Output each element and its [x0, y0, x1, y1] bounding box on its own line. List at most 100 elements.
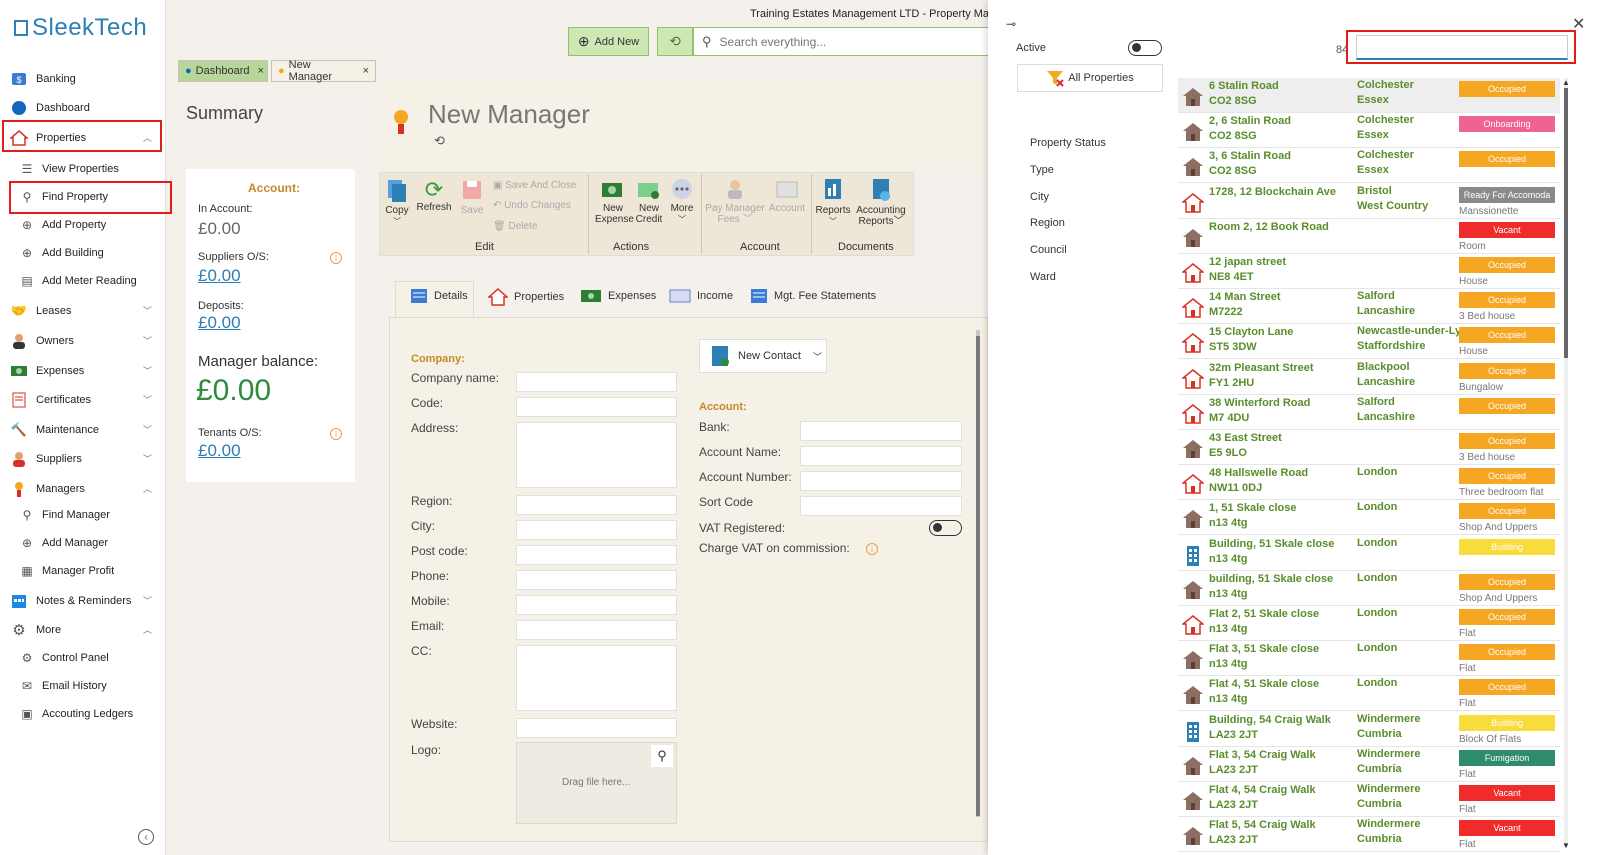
- history-icon[interactable]: ⟲: [657, 27, 693, 56]
- account-button[interactable]: Account: [768, 178, 806, 214]
- new-credit-button[interactable]: New Credit: [633, 178, 665, 225]
- logo-drop-zone[interactable]: ⚲ Drag file here...: [516, 742, 677, 824]
- property-row[interactable]: building, 51 Skale close n13 4tg London Occ…: [1178, 571, 1560, 606]
- filter-region[interactable]: Region: [1030, 217, 1065, 229]
- sidebar-item-control-panel[interactable]: ⚙ Control Panel: [20, 645, 160, 671]
- close-icon[interactable]: ×: [363, 65, 369, 77]
- property-row[interactable]: 12 japan street NE8 4ET Occupied House: [1178, 254, 1560, 289]
- tab-income[interactable]: Income: [669, 288, 733, 304]
- sidebar-item-more[interactable]: ⚙ More ︿: [10, 617, 160, 643]
- pay-manager-fees-button[interactable]: Pay Manager Fees ﹀: [705, 178, 765, 225]
- filter-type[interactable]: Type: [1030, 164, 1054, 176]
- sidebar-item-manager-profit[interactable]: ▦ Manager Profit: [20, 558, 160, 584]
- new-contact-button[interactable]: New Contact ﹀: [699, 339, 827, 373]
- suppliers-os-value[interactable]: £0.00: [198, 266, 241, 286]
- property-row[interactable]: 43 East Street E5 9LO Occupied 3 Bed house: [1178, 430, 1560, 465]
- property-row[interactable]: Flat 2, 51 Skale close n13 4tg London Occup…: [1178, 606, 1560, 641]
- filter-property-status[interactable]: Property Status: [1030, 137, 1106, 149]
- sidebar-item-managers[interactable]: Managers ︿: [10, 476, 160, 502]
- property-row[interactable]: 32m Pleasant Street FY1 2HU Blackpool Lanca…: [1178, 360, 1560, 395]
- deposits-value[interactable]: £0.00: [198, 313, 241, 333]
- reports-button[interactable]: Reports ﹀: [815, 178, 851, 227]
- cc-input[interactable]: [516, 645, 677, 711]
- tab-details-label[interactable]: Details: [410, 288, 468, 304]
- refresh-button[interactable]: ⟳ Refresh: [416, 178, 452, 214]
- tab-mgt-fee-statements[interactable]: Mgt. Fee Statements: [750, 288, 876, 304]
- collapse-sidebar-icon[interactable]: ‹: [138, 829, 154, 845]
- property-row[interactable]: Flat 3, 54 Craig Walk LA23 2JT Windermere C…: [1178, 747, 1560, 782]
- property-row[interactable]: Flat 5, 54 Craig Walk LA23 2JT Windermere C…: [1178, 817, 1560, 853]
- property-row[interactable]: Building, 54 Craig Walk LA23 2JT Windermer…: [1178, 712, 1560, 747]
- filter-city[interactable]: City: [1030, 191, 1049, 203]
- property-row[interactable]: 2, 6 Stalin Road CO2 8SG Colchester Essex On…: [1178, 113, 1560, 149]
- account-number-input[interactable]: [800, 471, 962, 491]
- sidebar-item-accounting-ledgers[interactable]: ▣ Accouting Ledgers: [20, 701, 160, 727]
- sidebar-item-certificates[interactable]: Certificates ﹀: [10, 387, 160, 413]
- save-close-button[interactable]: ▣ Save And Close: [493, 180, 576, 191]
- all-properties-button[interactable]: All Properties: [1017, 64, 1163, 92]
- sidebar-item-add-manager[interactable]: ⊕ Add Manager: [20, 530, 160, 556]
- post-code-input[interactable]: [516, 545, 677, 565]
- sidebar-item-add-property[interactable]: ⊕ Add Property: [20, 212, 160, 238]
- save-button[interactable]: Save: [458, 178, 486, 216]
- filter-council[interactable]: Council: [1030, 244, 1067, 256]
- property-row[interactable]: 1, 51 Skale close n13 4tg London Occupied Sh…: [1178, 500, 1560, 536]
- more-button[interactable]: More ﹀: [667, 178, 697, 225]
- website-input[interactable]: [516, 718, 677, 738]
- property-row[interactable]: Flat 4, 51 Skale close n13 4tg London Occup…: [1178, 676, 1560, 712]
- code-input[interactable]: [516, 397, 677, 417]
- add-new-button[interactable]: ⊕ Add New: [568, 27, 649, 56]
- undo-changes-button[interactable]: ↶ Undo Changes: [493, 200, 571, 211]
- tab-properties[interactable]: Properties: [488, 288, 564, 306]
- region-input[interactable]: [516, 495, 677, 515]
- sidebar-item-add-building[interactable]: ⊕ Add Building: [20, 240, 160, 266]
- scroll-up-icon[interactable]: ▲: [1562, 78, 1570, 87]
- sidebar-item-expenses[interactable]: Expenses ﹀: [10, 358, 160, 384]
- global-search-box[interactable]: ⚲: [693, 27, 990, 56]
- property-row[interactable]: 6 Stalin Road CO2 8SG Colchester Essex Occup…: [1178, 78, 1560, 113]
- info-icon[interactable]: i: [866, 543, 878, 555]
- sidebar-item-banking[interactable]: $ Banking: [10, 66, 160, 92]
- delete-button[interactable]: 🗑 Delete: [493, 221, 537, 232]
- phone-input[interactable]: [516, 570, 677, 590]
- city-input[interactable]: [516, 520, 677, 540]
- sidebar-item-suppliers[interactable]: Suppliers ﹀: [10, 446, 160, 472]
- sidebar-item-notes-reminders[interactable]: Notes & Reminders ﹀: [10, 588, 160, 614]
- property-row[interactable]: 15 Clayton Lane ST5 3DW Newcastle-under-Ly…: [1178, 324, 1560, 360]
- tab-dashboard[interactable]: ● Dashboard ×: [178, 60, 268, 82]
- form-scrollbar[interactable]: [976, 330, 980, 817]
- sidebar-item-leases[interactable]: 🤝 Leases ﹀: [10, 298, 160, 324]
- property-row[interactable]: Room 2, 12 Book Road Vacant Room: [1178, 219, 1560, 254]
- history-icon[interactable]: ⟲: [434, 133, 445, 149]
- property-row[interactable]: 14 Man Street M7222 Salford Lancashire Occup…: [1178, 289, 1560, 325]
- email-input[interactable]: [516, 620, 677, 640]
- address-input[interactable]: [516, 422, 677, 488]
- company-name-input[interactable]: [516, 372, 677, 392]
- property-row[interactable]: Building, 51 Skale close n13 4tg London Bui…: [1178, 536, 1560, 571]
- account-name-input[interactable]: [800, 446, 962, 466]
- bank-input[interactable]: [800, 421, 962, 441]
- property-row[interactable]: 48 Hallswelle Road NW11 0DJ London Occupied…: [1178, 465, 1560, 501]
- sort-code-input[interactable]: [800, 496, 962, 516]
- property-row[interactable]: 3, 6 Stalin Road CO2 8SG Colchester Essex Oc…: [1178, 148, 1560, 184]
- sidebar-item-owners[interactable]: Owners ﹀: [10, 328, 160, 354]
- sidebar-item-email-history[interactable]: ✉ Email History: [20, 673, 160, 699]
- accounting-reports-button[interactable]: Accounting Reports﹀: [854, 178, 908, 227]
- sidebar-item-find-manager[interactable]: ⚲ Find Manager: [20, 502, 160, 528]
- info-icon[interactable]: i: [330, 252, 342, 264]
- tab-expenses[interactable]: Expenses: [580, 288, 656, 304]
- scroll-down-icon[interactable]: ▼: [1562, 841, 1570, 850]
- sidebar-item-view-properties[interactable]: ☰ View Properties: [20, 156, 160, 182]
- copy-button[interactable]: Copy ﹀: [384, 178, 410, 227]
- close-icon[interactable]: ×: [257, 65, 263, 77]
- property-row[interactable]: 1728, 12 Blockchain Ave Bristol West Count…: [1178, 184, 1560, 219]
- property-row[interactable]: Flat 4, 54 Craig Walk LA23 2JT Windermere C…: [1178, 782, 1560, 817]
- vat-registered-toggle[interactable]: [929, 520, 962, 536]
- property-row[interactable]: 38 Winterford Road M7 4DU Salford Lancashir…: [1178, 395, 1560, 430]
- mobile-input[interactable]: [516, 595, 677, 615]
- pin-icon[interactable]: ⊸: [1006, 17, 1016, 31]
- property-row[interactable]: Flat 3, 51 Skale close n13 4tg London Occup…: [1178, 641, 1560, 677]
- sidebar-item-maintenance[interactable]: 🔨 Maintenance ﹀: [10, 417, 160, 443]
- property-search-input[interactable]: [1356, 35, 1568, 60]
- global-search-input[interactable]: [719, 34, 960, 49]
